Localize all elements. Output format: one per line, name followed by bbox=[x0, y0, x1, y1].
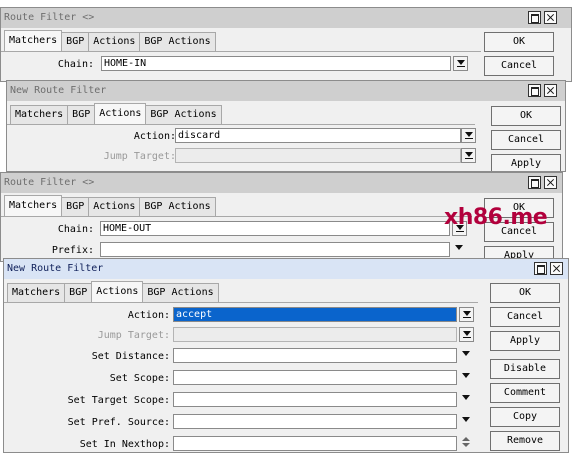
set-scope-dropdown-icon[interactable] bbox=[459, 370, 474, 385]
close-icon[interactable] bbox=[544, 176, 557, 189]
tab-matchers[interactable]: Matchers bbox=[10, 105, 69, 124]
prefix-dropdown-icon[interactable] bbox=[452, 242, 467, 257]
tab-divider bbox=[7, 124, 475, 125]
cancel-button[interactable]: Cancel bbox=[491, 130, 561, 150]
action-dropdown-icon[interactable] bbox=[461, 128, 476, 143]
action-label: Action: bbox=[133, 131, 176, 142]
tab-bgp[interactable]: BGP bbox=[61, 197, 90, 216]
action-value: accept bbox=[174, 308, 456, 321]
close-icon[interactable] bbox=[550, 262, 563, 275]
tab-actions[interactable]: Actions bbox=[88, 32, 141, 51]
maximize-icon[interactable] bbox=[528, 176, 541, 189]
maximize-icon[interactable] bbox=[528, 11, 541, 24]
jump-target-dropdown-icon[interactable] bbox=[459, 327, 474, 342]
set-pref-source-dropdown-icon[interactable] bbox=[459, 414, 474, 429]
tab-matchers[interactable]: Matchers bbox=[4, 195, 63, 217]
tab-bgp[interactable]: BGP bbox=[64, 283, 93, 302]
jump-target-field[interactable] bbox=[175, 148, 461, 163]
set-distance-label: Set Distance: bbox=[91, 351, 170, 362]
set-scope-field[interactable] bbox=[173, 370, 457, 385]
window-title: Route Filter <> bbox=[4, 12, 95, 23]
title-bar[interactable]: New Route Filter bbox=[4, 259, 568, 279]
window-title: New Route Filter bbox=[7, 263, 104, 274]
new-route-filter-window-accept: New Route Filter Matchers BGP Actions BG… bbox=[3, 258, 569, 453]
window-title: New Route Filter bbox=[10, 85, 107, 96]
chain-label: Chain: bbox=[57, 224, 94, 235]
set-target-scope-label: Set Target Scope: bbox=[67, 395, 170, 406]
watermark: xh86.me bbox=[444, 205, 548, 230]
set-pref-source-field[interactable] bbox=[173, 414, 457, 429]
set-distance-field[interactable] bbox=[173, 348, 457, 363]
action-dropdown-icon[interactable] bbox=[459, 307, 474, 322]
apply-button[interactable]: Apply bbox=[490, 331, 560, 351]
set-scope-label: Set Scope: bbox=[109, 373, 170, 384]
action-field[interactable]: discard bbox=[175, 128, 461, 143]
ok-button[interactable]: OK bbox=[491, 106, 561, 126]
title-bar[interactable]: Route Filter <> bbox=[1, 8, 571, 28]
new-route-filter-window-discard: New Route Filter Matchers BGP Actions BG… bbox=[6, 80, 566, 172]
tab-divider bbox=[4, 302, 478, 303]
apply-button[interactable]: Apply bbox=[491, 154, 561, 171]
tab-divider bbox=[1, 216, 472, 217]
set-target-scope-field[interactable] bbox=[173, 392, 457, 407]
tab-bgp[interactable]: BGP bbox=[67, 105, 96, 124]
tab-matchers[interactable]: Matchers bbox=[4, 30, 63, 52]
remove-button[interactable]: Remove bbox=[490, 431, 560, 451]
tab-bgp-actions[interactable]: BGP Actions bbox=[145, 105, 222, 124]
maximize-icon[interactable] bbox=[528, 84, 541, 97]
set-pref-source-label: Set Pref. Source: bbox=[67, 417, 170, 428]
tab-bgp-actions[interactable]: BGP Actions bbox=[139, 197, 216, 216]
comment-button[interactable]: Comment bbox=[490, 383, 560, 403]
tab-actions[interactable]: Actions bbox=[88, 197, 141, 216]
jump-target-dropdown-icon[interactable] bbox=[461, 148, 476, 163]
chain-field[interactable]: HOME-IN bbox=[101, 56, 451, 71]
tab-bgp-actions[interactable]: BGP Actions bbox=[142, 283, 219, 302]
set-target-scope-dropdown-icon[interactable] bbox=[459, 392, 474, 407]
tab-matchers[interactable]: Matchers bbox=[7, 283, 66, 302]
tab-actions[interactable]: Actions bbox=[91, 281, 144, 303]
copy-button[interactable]: Copy bbox=[490, 407, 560, 427]
set-in-nexthop-label: Set In Nexthop: bbox=[79, 439, 170, 450]
prefix-label: Prefix: bbox=[51, 245, 94, 256]
jump-target-label: Jump Target: bbox=[97, 330, 170, 341]
chain-label: Chain: bbox=[57, 59, 94, 70]
title-bar[interactable]: New Route Filter bbox=[7, 81, 565, 101]
ok-button[interactable]: OK bbox=[490, 283, 560, 303]
ok-button[interactable]: OK bbox=[484, 32, 554, 52]
chain-field[interactable]: HOME-OUT bbox=[100, 221, 450, 236]
route-filter-window-home-in: Route Filter <> Matchers BGP Actions BGP… bbox=[0, 7, 572, 82]
prefix-field[interactable] bbox=[100, 242, 450, 257]
window-title: Route Filter <> bbox=[4, 177, 95, 188]
action-field[interactable]: accept bbox=[173, 307, 457, 322]
action-label: Action: bbox=[127, 310, 170, 321]
jump-target-label: Jump Target: bbox=[103, 151, 176, 162]
close-icon[interactable] bbox=[544, 11, 557, 24]
jump-target-field[interactable] bbox=[173, 327, 457, 342]
cancel-button[interactable]: Cancel bbox=[484, 56, 554, 76]
set-in-nexthop-field[interactable] bbox=[173, 436, 457, 451]
tab-bgp-actions[interactable]: BGP Actions bbox=[139, 32, 216, 51]
tab-bgp[interactable]: BGP bbox=[61, 32, 90, 51]
set-distance-dropdown-icon[interactable] bbox=[459, 348, 474, 363]
disable-button[interactable]: Disable bbox=[490, 359, 560, 379]
chain-dropdown-icon[interactable] bbox=[453, 56, 468, 71]
tab-actions[interactable]: Actions bbox=[94, 103, 147, 125]
tab-divider bbox=[1, 51, 481, 52]
title-bar[interactable]: Route Filter <> bbox=[1, 173, 562, 193]
maximize-icon[interactable] bbox=[534, 262, 547, 275]
cancel-button[interactable]: Cancel bbox=[490, 307, 560, 327]
close-icon[interactable] bbox=[544, 84, 557, 97]
set-in-nexthop-spinner-icon[interactable] bbox=[459, 436, 474, 451]
